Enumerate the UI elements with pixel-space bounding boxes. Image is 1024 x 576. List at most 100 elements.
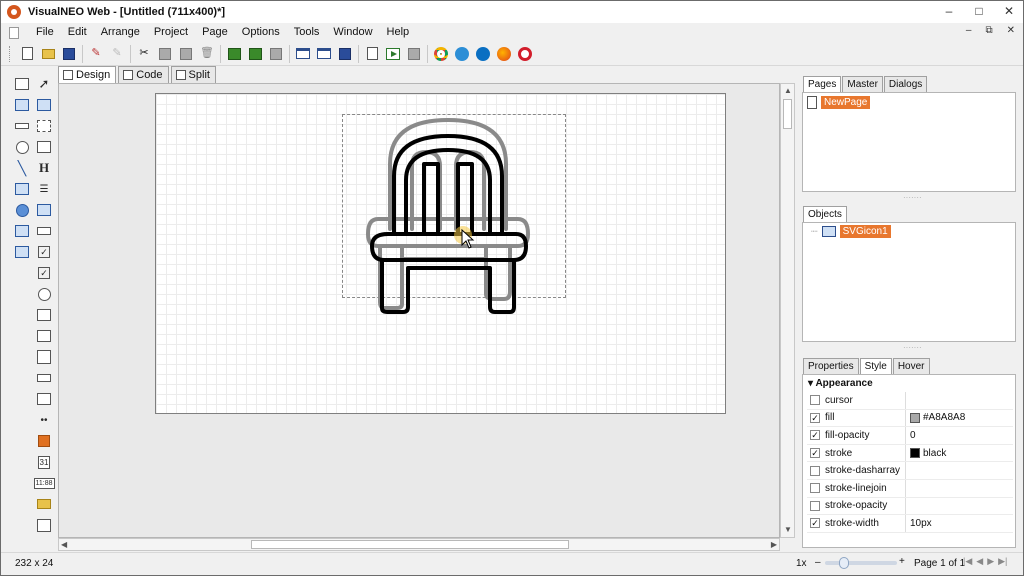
scroll-left-arrow-icon[interactable]: ◀ [61, 540, 67, 550]
tool-text[interactable] [35, 516, 53, 534]
page-list-item[interactable]: NewPage [807, 96, 871, 109]
menu-arrange[interactable]: Arrange [94, 23, 147, 42]
tool-paragraph[interactable]: ☰ [35, 180, 53, 198]
ie-button[interactable] [453, 45, 471, 63]
zoom-out-button[interactable]: – [815, 557, 821, 568]
tool-time[interactable]: 11:88 [33, 474, 55, 492]
property-row[interactable]: stroke-dasharray [807, 462, 1013, 480]
property-checkbox[interactable]: ✓ [810, 448, 820, 459]
property-checkbox[interactable] [810, 465, 820, 476]
preview-button[interactable] [405, 45, 423, 63]
maximize-button[interactable]: □ [971, 3, 987, 19]
tab-hover[interactable]: Hover [892, 358, 930, 374]
horizontal-scrollbar[interactable]: ◀ ▶ [58, 538, 780, 551]
color-swatch[interactable] [910, 412, 920, 423]
color-swatch[interactable] [910, 448, 920, 459]
tab-pages[interactable]: Pages [803, 76, 842, 92]
tab-design[interactable]: Design [58, 66, 117, 83]
vertical-scroll-thumb[interactable] [783, 99, 792, 129]
tool-svg[interactable] [13, 222, 31, 240]
property-checkbox[interactable] [810, 483, 820, 494]
property-value[interactable]: 0 [910, 430, 916, 441]
close-button[interactable]: ✕ [1001, 3, 1017, 19]
tool-combobox[interactable] [35, 327, 53, 345]
property-checkbox[interactable] [810, 500, 820, 511]
mdi-minimize-button[interactable]: – [966, 25, 972, 36]
tool-panel[interactable] [35, 138, 53, 156]
menu-tools[interactable]: Tools [287, 23, 327, 42]
tool-slider[interactable] [13, 117, 31, 135]
tool-object[interactable] [13, 243, 31, 261]
tool-table[interactable] [35, 390, 53, 408]
paste-button[interactable] [177, 45, 195, 63]
first-page-button[interactable]: |◀ [963, 556, 972, 567]
tool-listbox[interactable] [35, 306, 53, 324]
minimize-button[interactable]: – [941, 3, 957, 19]
tool-pointer[interactable]: ➚ [35, 75, 53, 93]
chrome-button[interactable] [432, 45, 450, 63]
appearance-section-header[interactable]: ▾ Appearance [808, 378, 873, 389]
design-page[interactable] [155, 93, 726, 414]
zoom-slider-track[interactable] [825, 561, 897, 565]
scroll-down-arrow-icon[interactable]: ▼ [784, 525, 792, 535]
tab-code[interactable]: Code [118, 66, 169, 83]
library-button[interactable] [336, 45, 354, 63]
tab-style[interactable]: Style [859, 358, 892, 374]
toolbar-grip[interactable] [9, 45, 12, 62]
open-button[interactable] [39, 45, 57, 63]
tool-date[interactable]: 31 [35, 453, 53, 471]
save-button[interactable] [60, 45, 78, 63]
tool-line[interactable]: ╲ [13, 159, 31, 177]
object-list-item[interactable]: ┈ SVGicon1 [811, 225, 891, 238]
tool-color[interactable] [35, 432, 53, 450]
property-row[interactable]: stroke-opacity [807, 497, 1013, 516]
firefox-button[interactable] [495, 45, 513, 63]
add-page-button[interactable] [225, 45, 243, 63]
menu-page[interactable]: Page [195, 23, 235, 42]
tool-textarea[interactable] [35, 348, 53, 366]
tool-heading[interactable]: H [35, 159, 53, 177]
property-checkbox[interactable]: ✓ [810, 430, 820, 441]
property-value[interactable]: black [910, 448, 946, 459]
tool-circle[interactable] [13, 201, 31, 219]
previous-page-button[interactable]: ◀ [976, 556, 983, 567]
next-page-button[interactable]: ▶ [987, 556, 994, 567]
run-button[interactable] [384, 45, 402, 63]
tool-label[interactable] [35, 369, 53, 387]
opera-button[interactable] [516, 45, 534, 63]
mdi-restore-button[interactable]: ⧉ [985, 25, 992, 36]
property-row[interactable]: ✓ stroke-width 10px [807, 515, 1013, 533]
copy-button[interactable] [156, 45, 174, 63]
property-row[interactable]: stroke-linejoin [807, 479, 1013, 498]
menu-file[interactable]: File [29, 23, 61, 42]
page-properties-button[interactable] [267, 45, 285, 63]
property-row[interactable]: ✓ fill-opacity 0 [807, 427, 1013, 445]
dialog-button[interactable] [315, 45, 333, 63]
last-page-button[interactable]: ▶| [998, 556, 1007, 567]
property-checkbox[interactable]: ✓ [810, 412, 820, 423]
property-value[interactable]: 10px [910, 518, 932, 529]
menu-options[interactable]: Options [235, 23, 287, 42]
menu-help[interactable]: Help [380, 23, 417, 42]
scroll-right-arrow-icon[interactable]: ▶ [771, 540, 777, 550]
tool-container[interactable] [13, 75, 31, 93]
document-menu-icon[interactable] [9, 26, 19, 39]
tool-input[interactable] [35, 222, 53, 240]
menu-project[interactable]: Project [147, 23, 195, 42]
property-row[interactable]: ✓ stroke black [807, 444, 1013, 463]
panel-splitter[interactable]: ······· [903, 193, 922, 202]
scroll-up-arrow-icon[interactable]: ▲ [784, 86, 792, 96]
menu-window[interactable]: Window [326, 23, 379, 42]
document-button[interactable] [363, 45, 381, 63]
tool-button[interactable] [13, 96, 31, 114]
tool-file[interactable] [35, 495, 53, 513]
edge-button[interactable] [474, 45, 492, 63]
svg-chair-object[interactable] [156, 94, 727, 415]
delete-button[interactable]: 🗑 [198, 45, 216, 63]
zoom-in-button[interactable]: + [899, 556, 905, 567]
property-checkbox[interactable] [810, 395, 820, 406]
tool-selection[interactable] [35, 117, 53, 135]
tool-frame[interactable] [13, 180, 31, 198]
new-button[interactable] [18, 45, 36, 63]
panel-splitter[interactable]: ······· [903, 343, 922, 352]
